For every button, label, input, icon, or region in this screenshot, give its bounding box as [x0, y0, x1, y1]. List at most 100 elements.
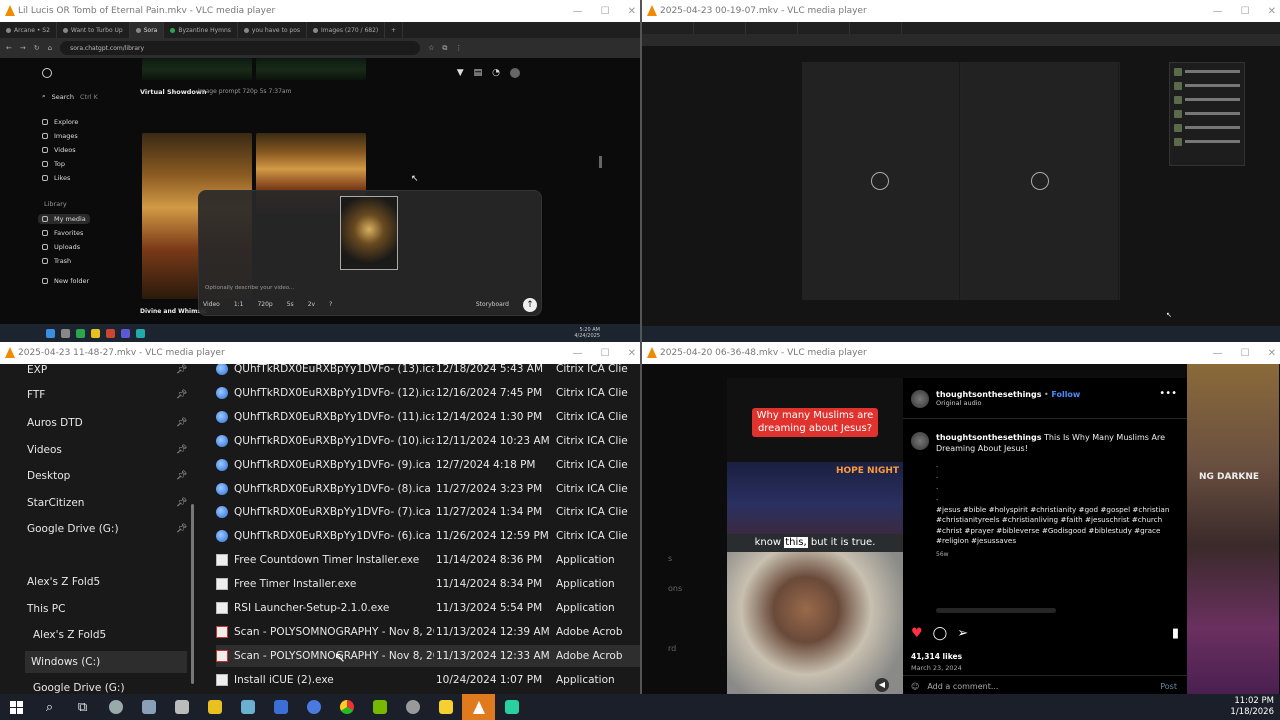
browser-address-bar[interactable]	[642, 34, 1280, 46]
file-row[interactable]: QUhfTkRDX0EuRXBpYy1DVFo- (10).ica 12/11/2…	[216, 430, 640, 452]
nav-item[interactable]: Alex's Z Fold5	[33, 624, 193, 646]
new-folder-button[interactable]: New folder	[42, 277, 89, 285]
filter-icon[interactable]: ▼	[457, 68, 464, 78]
browser-tab[interactable]	[694, 22, 746, 34]
nav-item[interactable]: EXP 📌︎	[27, 364, 187, 381]
new-tab-button[interactable]: +	[385, 22, 404, 38]
prompt-input[interactable]: Optionally describe your video...	[205, 285, 294, 291]
like-heart-icon[interactable]: ♥	[911, 626, 923, 641]
home-icon[interactable]: ⌂	[48, 44, 52, 52]
file-row[interactable]: Install iCUE (2).exe 10/24/2024 1:07 PM Ap…	[216, 669, 640, 691]
search-icon[interactable]	[61, 328, 70, 338]
maximize-icon[interactable]: ☐	[601, 348, 610, 359]
maximize-icon[interactable]: ☐	[1241, 6, 1250, 17]
comment-icon[interactable]: ◯	[933, 626, 948, 641]
nav-scrollbar[interactable]	[191, 504, 194, 684]
attached-image-preview[interactable]	[340, 196, 398, 270]
list-item[interactable]	[1174, 66, 1240, 77]
more-options-icon[interactable]: •••	[1159, 388, 1177, 399]
window-titlebar[interactable]: 2025-04-23 11-48-27.mkv - VLC media play…	[0, 342, 640, 364]
avatar[interactable]	[510, 68, 520, 78]
nav-item[interactable]: This PC	[27, 598, 187, 620]
nav-item[interactable]: Google Drive (G:) 📌︎	[27, 518, 187, 540]
file-row[interactable]: Scan - POLYSOMNOGRAPHY - Nov 8, 20... 11/…	[216, 644, 640, 667]
reload-icon[interactable]: ↻	[34, 44, 40, 52]
nav-item[interactable]: Google Drive (G:)	[33, 677, 193, 694]
share-icon[interactable]: ➢	[957, 626, 968, 641]
sidebar-item-favorites[interactable]: Favorites	[42, 229, 83, 237]
sticky-notes-icon[interactable]	[429, 694, 462, 720]
app-icon[interactable]	[136, 328, 145, 338]
bell-icon[interactable]: ◔	[492, 68, 500, 78]
sidebar-item-top[interactable]: Top	[42, 160, 65, 168]
maximize-icon[interactable]: ☐	[601, 6, 610, 17]
sidebar-item-trash[interactable]: Trash	[42, 257, 71, 265]
file-row[interactable]: RSI Launcher-Setup-2.1.0.exe 11/13/2024 5…	[216, 597, 640, 619]
menu-icon[interactable]: ⋮	[455, 44, 462, 52]
window-titlebar[interactable]: 2025-04-23 00-19-07.mkv - VLC media play…	[642, 0, 1280, 22]
browser-tab-active[interactable]: Sora	[129, 22, 165, 38]
resolution-button[interactable]: 720p	[257, 301, 272, 308]
follow-button[interactable]: Follow	[1051, 390, 1080, 399]
nav-item-selected[interactable]: Windows (C:)	[25, 651, 187, 673]
file-row[interactable]: QUhfTkRDX0EuRXBpYy1DVFo- (9).ica 12/7/202…	[216, 454, 640, 476]
hashtags[interactable]: #jesus #bible #holyspirit #christianity …	[936, 505, 1181, 547]
app-icon[interactable]	[297, 694, 330, 720]
vlc-window-top-left[interactable]: Lil Lucis OR Tomb of Eternal Pain.mkv - …	[0, 0, 640, 342]
browser-tab[interactable]	[850, 22, 902, 34]
bookmark-star-icon[interactable]: ☆	[428, 44, 434, 52]
likes-count[interactable]: 41,314 likes	[911, 652, 962, 661]
start-button[interactable]	[0, 694, 33, 720]
browser-tab[interactable]: Images (270 / 682)	[307, 22, 386, 38]
bookmark-icon[interactable]: ▮	[1172, 626, 1179, 641]
sidebar-search[interactable]: ⌕ Search Ctrl K	[42, 92, 98, 101]
app-icon[interactable]	[165, 694, 198, 720]
list-item[interactable]	[1174, 80, 1240, 91]
nav-item[interactable]: Alex's Z Fold5	[27, 571, 187, 593]
maximize-icon[interactable]: ☐	[1241, 348, 1250, 359]
extensions-icon[interactable]: ⧉	[442, 44, 447, 53]
video-mode-button[interactable]: Video	[203, 301, 220, 308]
send-button[interactable]: ↑	[523, 298, 537, 312]
list-item[interactable]	[1174, 94, 1240, 105]
app-icon[interactable]	[106, 328, 115, 338]
browser-tab[interactable]: Want to Turbo Up	[57, 22, 130, 38]
list-item[interactable]	[1174, 122, 1240, 133]
file-row[interactable]: Free Countdown Timer Installer.exe 11/14/…	[216, 549, 640, 571]
back-icon[interactable]: ←	[6, 44, 12, 52]
window-titlebar[interactable]: 2025-04-20 06-36-48.mkv - VLC media play…	[642, 342, 1280, 364]
file-row[interactable]: QUhfTkRDX0EuRXBpYy1DVFo- (12).ica 12/16/2…	[216, 382, 640, 404]
search-icon[interactable]: ⌕	[33, 694, 66, 720]
username-link[interactable]: thoughtsonthesethings	[936, 390, 1042, 399]
vlc-taskbar-icon[interactable]	[462, 694, 495, 720]
app-icon[interactable]	[396, 694, 429, 720]
minimize-icon[interactable]: —	[1213, 6, 1223, 17]
file-row[interactable]: Scan - POLYSOMNOGRAPHY - Nov 8, 20... 11/…	[216, 621, 640, 643]
malwarebytes-icon[interactable]	[264, 694, 297, 720]
sidebar-item-videos[interactable]: Videos	[42, 146, 76, 154]
app-icon[interactable]	[76, 328, 85, 338]
browser-tab[interactable]	[746, 22, 798, 34]
minimize-icon[interactable]: —	[1213, 348, 1223, 359]
nvidia-icon[interactable]	[363, 694, 396, 720]
browser-tab[interactable]	[642, 22, 694, 34]
file-row[interactable]: QUhfTkRDX0EuRXBpYy1DVFo- (11).ica 12/14/2…	[216, 406, 640, 428]
sidebar-item-my-media[interactable]: My media	[38, 214, 90, 224]
task-view-icon[interactable]: ⧉	[66, 694, 99, 720]
mute-toggle-icon[interactable]: ◀	[875, 678, 889, 692]
sidebar-item-uploads[interactable]: Uploads	[42, 243, 80, 251]
avatar[interactable]	[911, 432, 929, 450]
vlc-window-bottom-left[interactable]: 2025-04-23 11-48-27.mkv - VLC media play…	[0, 342, 640, 694]
close-icon[interactable]: ✕	[1268, 6, 1276, 17]
help-button[interactable]: ?	[329, 301, 332, 308]
close-icon[interactable]: ✕	[1268, 348, 1276, 359]
vlc-window-bottom-right[interactable]: 2025-04-20 06-36-48.mkv - VLC media play…	[642, 342, 1280, 694]
sidebar-item-images[interactable]: Images	[42, 132, 78, 140]
vlc-window-top-right[interactable]: 2025-04-23 00-19-07.mkv - VLC media play…	[642, 0, 1280, 342]
minimize-icon[interactable]: —	[573, 6, 583, 17]
browser-tab[interactable]: Byzantine Hymns	[164, 22, 238, 38]
nav-item[interactable]: Auros DTD 📌︎	[27, 412, 187, 434]
windows-start-icon[interactable]	[46, 328, 55, 338]
system-clock[interactable]: 11:02 PM 1/18/2026	[1230, 696, 1274, 718]
openai-logo-icon[interactable]	[42, 68, 52, 78]
